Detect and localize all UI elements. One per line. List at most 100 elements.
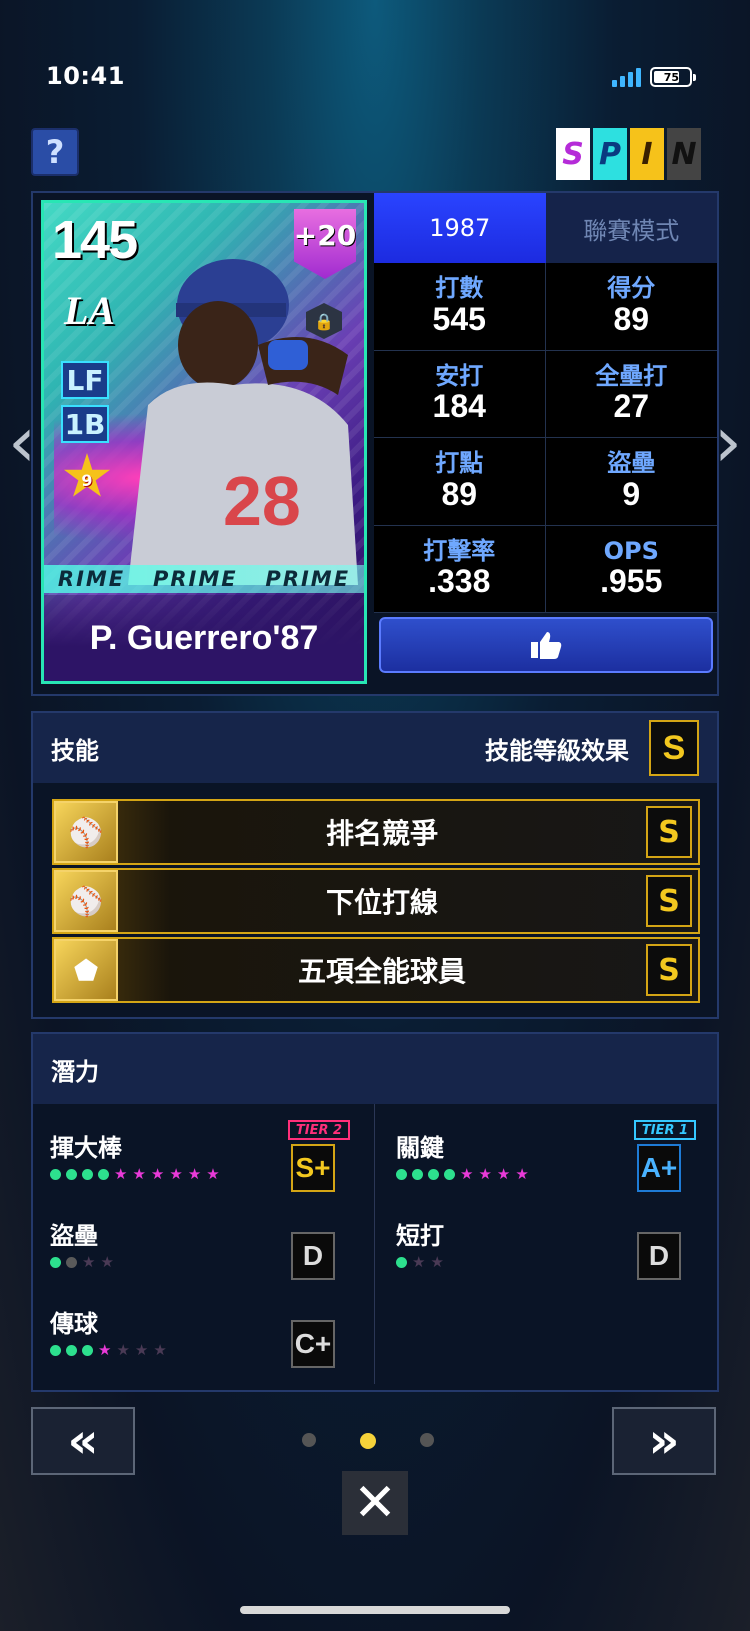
spin-letter-s: S [556, 128, 590, 180]
jersey-number: 28 [223, 462, 301, 540]
skill-grade: S [646, 806, 692, 858]
stat-value: 27 [613, 388, 650, 425]
help-button[interactable]: ? [31, 128, 79, 176]
skill-effect-grade[interactable]: S [649, 720, 699, 776]
stat-value: 545 [432, 300, 486, 337]
skills-title: 技能 [51, 736, 99, 765]
skill-row[interactable]: ⚾ 排名競爭 S [52, 799, 700, 865]
stat-home-runs: 全壘打 27 [545, 350, 717, 438]
pentagon-icon: ⬟ [54, 939, 118, 1001]
potential-title: 潛力 [51, 1057, 99, 1086]
potential-item[interactable]: 盜壘 ★ ★ D [50, 1216, 350, 1296]
potential-item[interactable]: 關鍵 ★ ★ ★ ★ TIER 1 A+ [396, 1120, 696, 1208]
skill-name: 下位打線 [325, 886, 438, 919]
rating-star-empty: ★ [430, 1253, 444, 1271]
spin-badge[interactable]: S P I N [556, 128, 701, 180]
potential-grade: A+ [637, 1144, 681, 1192]
skill-grade: S [646, 875, 692, 927]
prime-text: PRIME [152, 567, 238, 591]
rating-dot [50, 1169, 61, 1180]
rating-star: ★ [187, 1165, 202, 1183]
potential-grade: S+ [291, 1144, 335, 1192]
battery-icon: 75 [650, 67, 696, 87]
rating-star: ★ [460, 1165, 474, 1183]
position-badge-primary: LF [61, 361, 109, 399]
stat-label: 盜壘 [607, 449, 656, 478]
prime-band: RIME PRIME PRIME [44, 565, 364, 593]
bat-chart-icon: ⚾ [54, 801, 118, 863]
stat-value: .955 [600, 563, 663, 600]
rating-star: ★ [132, 1165, 146, 1183]
stat-label: 打數 [435, 274, 484, 303]
rating-dot [428, 1169, 439, 1180]
rating-star: ★ [515, 1165, 529, 1183]
potential-item[interactable]: 傳球 ★ ★ ★ ★ C+ [50, 1304, 350, 1384]
stats-grid: 打數 545 得分 89 安打 184 全壘打 27 打點 89 盜壘 9 打擊率 .338 … [374, 263, 717, 613]
rating-star: ★ [98, 1341, 112, 1359]
rating-star-empty: ★ [412, 1253, 426, 1271]
spin-letter-p: P [593, 128, 627, 180]
potential-item[interactable]: 短打 ★ ★ D [396, 1216, 696, 1296]
potential-item[interactable]: 揮大棒 ★ ★ ★ ★ ★ ★ TIER 2 S+ [50, 1120, 350, 1208]
skill-grade: S [646, 944, 692, 996]
page-dot [302, 1433, 316, 1447]
stat-batting-average: 打擊率 .338 [374, 525, 546, 613]
stat-rbi: 打點 89 [374, 438, 546, 526]
stat-label: 得分 [607, 274, 656, 303]
rating-star: ★ [169, 1165, 183, 1183]
rating-dot [66, 1345, 77, 1356]
potential-grade: C+ [291, 1320, 335, 1368]
position-badge-secondary: 1B [61, 405, 109, 443]
stats-tabs: 1987 聯賽模式 [374, 193, 717, 263]
rating-dot [444, 1169, 455, 1180]
signal-icon [612, 68, 641, 87]
rating-dot [82, 1169, 93, 1180]
potential-header: 潛力 [33, 1034, 717, 1104]
player-card[interactable]: 28 145 LA LF 1B +20 🔒 9 RIME PRIME PRIME… [41, 200, 367, 684]
stat-label: 打點 [435, 449, 484, 478]
stat-hits: 安打 184 [374, 350, 546, 438]
rating-dot [50, 1257, 61, 1268]
stat-label: 打擊率 [423, 536, 496, 565]
skill-name: 五項全能球員 [297, 955, 466, 988]
status-time: 10:41 [46, 62, 125, 90]
tier-badge: TIER 2 [288, 1120, 350, 1140]
tab-league-mode[interactable]: 聯賽模式 [545, 193, 717, 263]
thumbs-up-icon [531, 632, 562, 659]
potential-grade: D [637, 1232, 681, 1280]
rating-star-empty: ★ [116, 1341, 130, 1359]
prev-page-button[interactable]: « [31, 1407, 135, 1475]
skills-header: 技能 技能等級效果 S [33, 713, 717, 783]
stat-value: 184 [432, 388, 486, 425]
tab-1987[interactable]: 1987 [374, 193, 546, 263]
stat-label: 全壘打 [595, 361, 668, 390]
close-button[interactable]: ✕ [342, 1471, 408, 1535]
tier-badge: TIER 1 [634, 1120, 696, 1140]
skill-name: 排名競爭 [325, 817, 438, 850]
skill-row[interactable]: ⚾ 下位打線 S [52, 868, 700, 934]
home-indicator [240, 1606, 510, 1614]
spin-letter-n: N [667, 128, 701, 180]
stat-label: OPS [603, 536, 659, 565]
skill-row[interactable]: ⬟ 五項全能球員 S [52, 937, 700, 1003]
rating-dot-empty [66, 1257, 77, 1268]
like-button[interactable] [379, 617, 713, 673]
potential-divider [374, 1104, 375, 1384]
stat-ops: OPS .955 [545, 525, 717, 613]
stat-at-bats: 打數 545 [374, 263, 546, 351]
skills-panel: 技能 技能等級效果 S ⚾ 排名競爭 S ⚾ 下位打線 S ⬟ 五項全能球員 S [31, 711, 719, 1019]
spin-letter-i: I [630, 128, 664, 180]
player-name: P. Guerrero'87 [44, 595, 364, 681]
rating-star-empty: ★ [82, 1253, 96, 1271]
rating-dot [396, 1169, 407, 1180]
player-card-panel: 28 145 LA LF 1B +20 🔒 9 RIME PRIME PRIME… [31, 191, 719, 696]
stat-value: 89 [613, 300, 650, 337]
stat-value: 9 [622, 475, 641, 512]
rating-star-empty: ★ [153, 1341, 167, 1359]
next-page-button[interactable]: » [612, 1407, 716, 1475]
rating-star-empty: ★ [100, 1253, 114, 1271]
rating-dot [412, 1169, 423, 1180]
rating-star: ★ [206, 1165, 220, 1183]
stat-runs: 得分 89 [545, 263, 717, 351]
rating-star: ★ [478, 1165, 492, 1183]
